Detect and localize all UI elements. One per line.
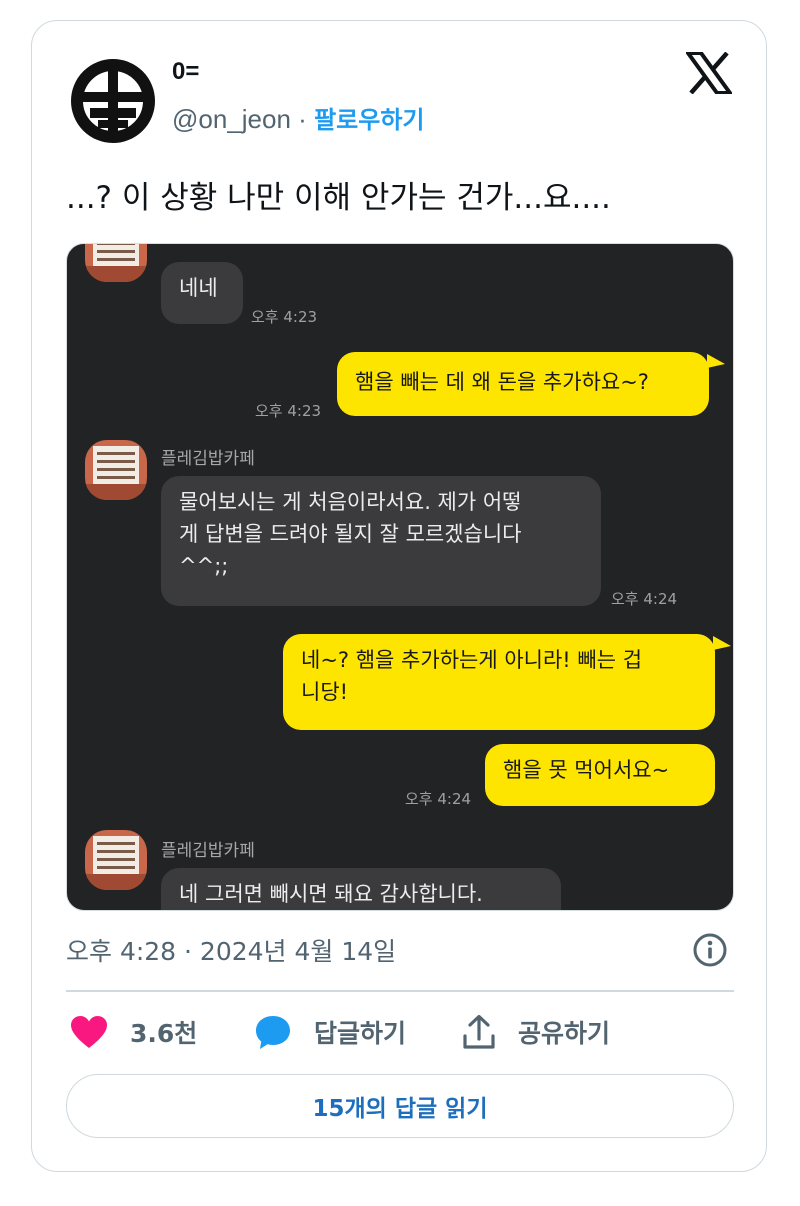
reply-bubble-icon bbox=[256, 1016, 290, 1049]
chat-bubble-outgoing: 햄을 빼는 데 왜 돈을 추가하요~? bbox=[337, 352, 709, 416]
avatar[interactable] bbox=[70, 58, 156, 144]
display-name[interactable]: 0= bbox=[172, 58, 199, 86]
message-time: 오후 4:23 bbox=[255, 402, 322, 420]
like-count: 3.6천 bbox=[130, 1019, 198, 1048]
chat-avatar bbox=[85, 830, 147, 890]
separator: · bbox=[298, 104, 307, 134]
tweet-timestamp[interactable]: 오후 4:28 · 2024년 4월 14일 bbox=[66, 932, 396, 968]
tweet-media[interactable]: 네네 오후 4:23 햄을 빼는 데 왜 돈을 추가하요~? 오후 4:23 플… bbox=[66, 243, 734, 911]
heart-icon bbox=[71, 1016, 107, 1048]
sender-name: 플레김밥카페 bbox=[161, 841, 255, 861]
message-time: 오후 4:23 bbox=[251, 308, 318, 326]
share-button[interactable]: 공유하기 bbox=[462, 1010, 610, 1054]
info-icon[interactable] bbox=[692, 932, 728, 968]
chat-bubble-incoming: 네 그러면 빼시면 돼요 감사합니다. bbox=[161, 868, 561, 910]
follow-button[interactable]: 팔로우하기 bbox=[314, 106, 424, 134]
handle-row: @on_jeon · 팔로우하기 bbox=[172, 100, 424, 135]
chat-bubble-outgoing: 네~? 햄을 추가하는게 아니라! 빼는 겁 니당! bbox=[283, 634, 715, 730]
divider bbox=[66, 990, 734, 992]
chat-avatar bbox=[85, 440, 147, 500]
chat-bubble-incoming: 네네 bbox=[161, 262, 243, 324]
reply-label: 답글하기 bbox=[314, 1019, 407, 1048]
share-label: 공유하기 bbox=[518, 1019, 611, 1048]
read-replies-button[interactable]: 15개의 답글 읽기 bbox=[66, 1074, 734, 1138]
chat-avatar bbox=[85, 244, 147, 282]
share-icon bbox=[463, 1014, 495, 1049]
chat-bubble-outgoing: 햄을 못 먹어서요~ bbox=[485, 744, 715, 806]
sender-name: 플레김밥카페 bbox=[161, 449, 255, 469]
tweet-text: ...? 이 상황 나만 이해 안가는 건가...요.... bbox=[66, 180, 611, 216]
message-time: 오후 4:24 bbox=[405, 790, 472, 808]
chat-bubble-incoming: 물어보시는 게 처음이라서요. 제가 어떻 게 답변을 드려야 될지 잘 모르겠… bbox=[161, 476, 601, 606]
message-time: 오후 4:24 bbox=[611, 590, 678, 608]
handle[interactable]: @on_jeon bbox=[172, 104, 291, 134]
x-logo-icon[interactable] bbox=[686, 52, 732, 94]
like-button[interactable]: 3.6천 bbox=[70, 1010, 197, 1054]
reply-button[interactable]: 답글하기 bbox=[254, 1010, 406, 1054]
